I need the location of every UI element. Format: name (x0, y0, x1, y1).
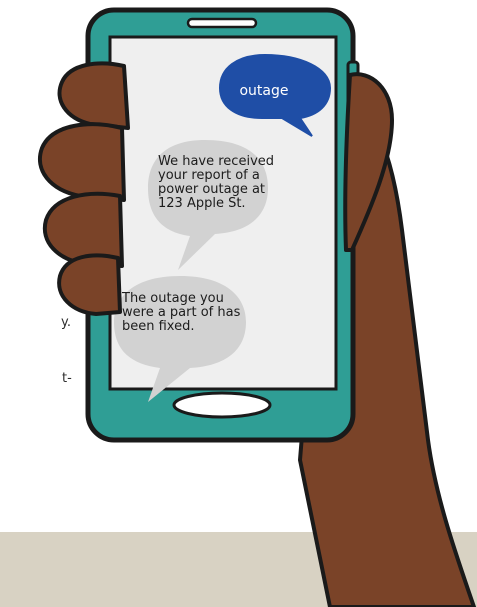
message-line: We have received (158, 154, 275, 169)
message-line: been fixed. (122, 319, 195, 334)
incoming-message-text: The outage you were a part of has been f… (122, 292, 240, 334)
finger-1 (57, 61, 130, 130)
home-button-icon (172, 391, 272, 419)
speaker-slot-icon (186, 17, 258, 29)
message-line: 123 Apple St. (158, 196, 246, 211)
message-line: your report of a (158, 168, 260, 183)
message-line: The outage you (122, 291, 224, 306)
illustration-canvas: y. t- outage We have received your repor… (0, 0, 477, 607)
outgoing-message-text: outage (239, 83, 289, 99)
finger-2 (38, 122, 126, 202)
incoming-message-text: We have received your report of a power … (158, 155, 274, 211)
message-line: power outage at (158, 182, 266, 197)
message-line: were a part of has (122, 305, 241, 320)
finger-4 (57, 253, 122, 316)
